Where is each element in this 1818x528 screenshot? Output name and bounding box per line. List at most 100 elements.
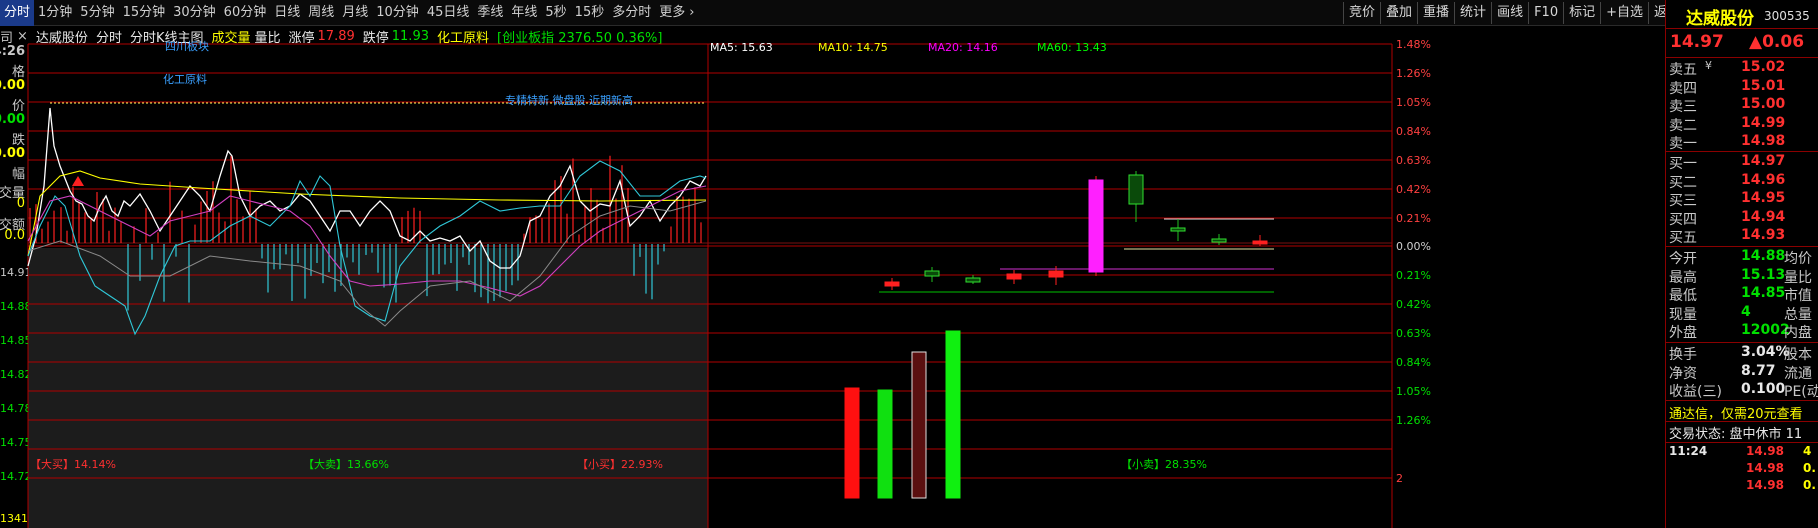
stat-row-2-label: 最低 (1669, 288, 1697, 304)
volume-bar-3 (945, 330, 961, 499)
annotation-1: 化工原料 (163, 72, 207, 86)
sell-level-2[interactable]: 卖二 14.99 (1666, 115, 1818, 134)
volume-bar-0 (844, 387, 860, 499)
candle-body-5 (1088, 179, 1104, 273)
period-tab-6[interactable]: 日线 (270, 0, 304, 26)
toolbar-button-4[interactable]: 画线 (1491, 2, 1528, 24)
stat2-row-2[interactable]: 收益(三) 0.100 PE(动 (1666, 381, 1818, 400)
period-tab-16[interactable]: 更多 (655, 0, 689, 26)
left-axis-top-6: 0.00 (0, 146, 25, 161)
buy-level-4[interactable]: 买四 14.94 (1666, 208, 1818, 228)
period-tab-10[interactable]: 45日线 (423, 0, 474, 26)
pct-tick-12: 1.05% (1396, 385, 1431, 398)
period-tab-2[interactable]: 5分钟 (76, 0, 118, 26)
flow-label-2: 【小买】22.93% (577, 458, 663, 471)
candle-body-2 (965, 277, 981, 283)
stat-row-4-value: 12002 (1741, 322, 1790, 338)
period-tab-14[interactable]: 15秒 (571, 0, 609, 26)
period-tab-12[interactable]: 年线 (507, 0, 541, 26)
buy-level-3[interactable]: 买三 14.95 (1666, 190, 1818, 209)
panel-sep-7 (1666, 442, 1818, 443)
stat2-row-0[interactable]: 换手 3.04% 股本 (1666, 344, 1818, 363)
ma-label-0: MA5: 15.63 (710, 41, 773, 54)
toolbar-button-1[interactable]: 叠加 (1380, 2, 1417, 24)
candle-body-0 (884, 281, 900, 287)
candle-body-6 (1128, 174, 1144, 205)
pct-tick-6: 0.21% (1396, 212, 1431, 225)
toolbar-button-7[interactable]: +自选 (1600, 2, 1648, 24)
sell-level-5-label: 卖五 (1669, 62, 1697, 78)
toolbar-button-6[interactable]: 标记 (1563, 2, 1600, 24)
period-tab-0[interactable]: 分时 (0, 0, 35, 26)
stat2-row-1-label: 净资 (1669, 365, 1697, 382)
stat2-row-2-value: 0.100 (1741, 381, 1786, 397)
buy-level-4-label: 买四 (1669, 211, 1697, 228)
period-tab-15[interactable]: 多分时 (608, 0, 655, 26)
toolbar-button-3[interactable]: 统计 (1454, 2, 1491, 24)
signal-triangle-icon (72, 176, 84, 186)
stat-row-1[interactable]: 最高 15.13 量比 (1666, 267, 1818, 286)
sell-level-3[interactable]: 卖三 15.00 (1666, 96, 1818, 115)
stat2-row-1[interactable]: 净资 8.77 流通 (1666, 362, 1818, 382)
bottom-left-value: 1341 (0, 512, 28, 525)
chevron-right-icon[interactable]: › (689, 0, 698, 26)
sell-level-4[interactable]: 卖四 15.01 (1666, 77, 1818, 97)
period-tab-13[interactable]: 5秒 (541, 0, 570, 26)
left-axis-top-2: 0.00 (0, 78, 25, 93)
stat2-row-1-value: 8.77 (1741, 362, 1776, 379)
buy-level-3-value: 14.95 (1741, 190, 1786, 206)
panel-change: ▲0.06 (1749, 32, 1805, 52)
buy-level-3-label: 买三 (1669, 193, 1697, 209)
buy-level-2-value: 14.96 (1741, 171, 1786, 188)
period-tab-11[interactable]: 季线 (473, 0, 507, 26)
tick-time-0: 11:24 (1669, 444, 1708, 458)
panel-sep-3 (1666, 246, 1818, 247)
sell-level-4-label: 卖四 (1669, 80, 1697, 97)
left-axis-label-3: 0.0 (4, 228, 25, 243)
ma-label-1: MA10: 14.75 (818, 41, 888, 54)
buy-level-1[interactable]: 买一 14.97 (1666, 153, 1818, 172)
stat-row-0[interactable]: 今开 14.88 均价 (1666, 248, 1818, 267)
buy-level-5[interactable]: 买五 14.93 (1666, 227, 1818, 246)
tick-row-2: 14.98 0. (1666, 478, 1818, 495)
stat2-row-1-right: 流通 (1784, 365, 1812, 382)
sell-level-5[interactable]: 卖五 15.02 (1666, 59, 1818, 78)
period-tab-1[interactable]: 1分钟 (34, 0, 76, 26)
buy-level-2[interactable]: 买二 14.96 (1666, 171, 1818, 191)
tool-buttons: 竞价叠加重播统计画线F10标记+自选返回 (1343, 2, 1685, 24)
sell-level-1[interactable]: 卖一 14.98 (1666, 133, 1818, 152)
period-tab-9[interactable]: 10分钟 (372, 0, 423, 26)
stat-row-3-value: 4 (1741, 303, 1751, 320)
panel-sep-5 (1666, 400, 1818, 401)
pct-tick-7: 0.00% (1396, 240, 1431, 253)
period-tab-7[interactable]: 周线 (304, 0, 338, 26)
period-tab-3[interactable]: 15分钟 (119, 0, 170, 26)
ma-label-3: MA60: 13.43 (1037, 41, 1107, 54)
stat-row-4[interactable]: 外盘 12002 内盘 (1666, 322, 1818, 341)
candle-body-3 (1006, 273, 1022, 280)
flow-label-0: 【大买】14.14% (30, 457, 116, 471)
stat-row-2[interactable]: 最低 14.85 市值 (1666, 285, 1818, 304)
period-tab-5[interactable]: 60分钟 (220, 0, 271, 26)
chart-area[interactable]: 1.48% 1.26% 1.05% 0.84% 0.63% 0.42% 0.21% 0.00%… (0, 26, 1665, 528)
promo-link[interactable]: 通达信，仅需20元查看 (1669, 403, 1803, 422)
toolbar-button-0[interactable]: 竞价 (1343, 2, 1380, 24)
sell-level-4-value: 15.01 (1741, 77, 1786, 94)
toolbar-button-5[interactable]: F10 (1528, 2, 1563, 24)
stat-row-3-right: 总量 (1784, 306, 1812, 323)
sell-level-3-value: 15.00 (1741, 96, 1786, 112)
flow-label-1: 【大卖】13.66% (303, 457, 389, 471)
annotation-0: 四川板块 (165, 39, 209, 53)
quote-panel: 达威股份 300535 14.97 ▲0.06 卖五 15.02 卖四 15.01 卖三 15.0… (1665, 0, 1818, 528)
stat-row-3[interactable]: 现量 4 总量 (1666, 303, 1818, 323)
period-tab-4[interactable]: 30分钟 (169, 0, 220, 26)
panel-stock-name: 达威股份 (1686, 9, 1754, 29)
yen-icon: ¥ (1705, 59, 1712, 72)
stat2-row-0-label: 换手 (1669, 347, 1697, 363)
toolbar-button-2[interactable]: 重播 (1417, 2, 1454, 24)
panel-sep-4 (1666, 342, 1818, 343)
period-tab-8[interactable]: 月线 (338, 0, 372, 26)
panel-price: 14.97 (1670, 32, 1724, 52)
panel-sep-1 (1666, 57, 1818, 58)
buy-level-4-value: 14.94 (1741, 208, 1786, 225)
